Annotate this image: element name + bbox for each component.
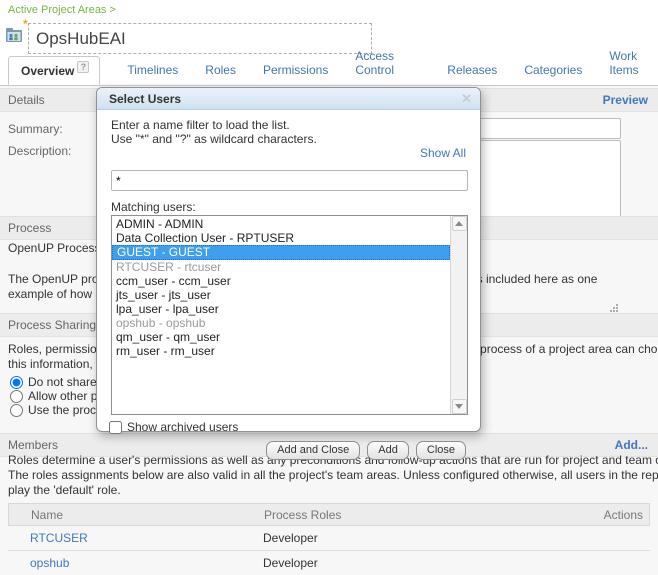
project-area-editor: Active Project Areas > * OpsHubEAI Overv… [0, 0, 658, 575]
user-option[interactable]: ADMIN - ADMIN [112, 217, 450, 231]
dialog-titlebar[interactable]: Select Users ✕ [97, 88, 480, 110]
resize-grip-icon[interactable] [610, 302, 619, 311]
show-archived-checkbox[interactable] [109, 421, 122, 434]
user-option[interactable]: qm_user - qm_user [112, 330, 450, 344]
radio-use-process-input[interactable] [10, 404, 23, 417]
scroll-down-icon[interactable] [452, 399, 467, 414]
user-option-disabled[interactable]: opshub - opshub [112, 316, 450, 330]
member-role: Developer [263, 556, 590, 570]
table-row: opshub Developer [8, 551, 650, 575]
scrollbar[interactable] [450, 216, 467, 414]
add-button[interactable]: Add [367, 441, 409, 460]
members-add-link[interactable]: Add... [615, 438, 648, 452]
project-area-icon [6, 28, 23, 43]
dialog-title: Select Users [109, 92, 461, 106]
summary-label: Summary: [8, 122, 63, 136]
process-name: OpenUP Process [8, 241, 101, 256]
close-icon[interactable]: ✕ [461, 91, 472, 107]
project-name-field[interactable]: OpsHubEAI [28, 23, 372, 54]
table-row: RTCUSER Developer [8, 526, 650, 551]
tab-access-control[interactable]: Access Control [355, 49, 420, 85]
member-role: Developer [263, 531, 590, 545]
members-table-header: Name Process Roles Actions [8, 503, 650, 526]
user-option[interactable]: ccm_user - ccm_user [112, 274, 450, 288]
user-list: ADMIN - ADMIN Data Collection User - RPT… [112, 216, 450, 414]
select-users-dialog: Select Users ✕ Enter a name filter to lo… [96, 87, 481, 432]
dialog-buttons: Add and Close Add Close [266, 441, 466, 460]
tab-releases[interactable]: Releases [447, 63, 497, 85]
member-link-opshub[interactable]: opshub [30, 556, 69, 570]
user-option-selected[interactable]: GUEST - GUEST [112, 245, 450, 260]
user-option-disabled[interactable]: RTCUSER - rtcuser [112, 260, 450, 274]
description-label: Description: [8, 144, 71, 158]
scroll-up-icon[interactable] [452, 216, 467, 231]
matching-users-listbox: ADMIN - ADMIN Data Collection User - RPT… [111, 215, 468, 415]
close-button[interactable]: Close [416, 441, 466, 460]
breadcrumb[interactable]: Active Project Areas > [8, 4, 116, 16]
show-archived-checkbox-row[interactable]: Show archived users [109, 420, 238, 434]
project-title: OpsHubEAI [36, 29, 126, 49]
tab-roles[interactable]: Roles [205, 63, 236, 85]
tab-overview[interactable]: Overview ? [8, 56, 100, 85]
user-option[interactable]: Data Collection User - RPTUSER [112, 231, 450, 245]
radio-allow-other-input[interactable] [10, 390, 23, 403]
add-and-close-button[interactable]: Add and Close [266, 441, 360, 460]
tab-bar: Overview ? Timelines Roles Permissions A… [0, 57, 658, 86]
tab-work-items[interactable]: Work Items [609, 49, 658, 85]
user-option[interactable]: jts_user - jts_user [112, 288, 450, 302]
tab-timelines[interactable]: Timelines [127, 63, 178, 85]
name-filter-input[interactable] [111, 170, 468, 191]
dialog-body: Enter a name filter to load the list. Us… [97, 110, 480, 432]
filter-instructions: Enter a name filter to load the list. Us… [111, 118, 466, 146]
required-indicator: * [23, 17, 28, 31]
tab-permissions[interactable]: Permissions [263, 63, 328, 85]
tab-categories[interactable]: Categories [524, 63, 582, 85]
user-option[interactable]: lpa_user - lpa_user [112, 302, 450, 316]
show-all-link[interactable]: Show All [420, 146, 466, 160]
matching-users-label: Matching users: [111, 200, 196, 214]
radio-do-not-share-input[interactable] [10, 376, 23, 389]
member-link-rtcuser[interactable]: RTCUSER [30, 531, 88, 545]
help-icon[interactable]: ? [77, 61, 89, 73]
user-option[interactable]: rm_user - rm_user [112, 344, 450, 358]
preview-link[interactable]: Preview [603, 93, 648, 107]
